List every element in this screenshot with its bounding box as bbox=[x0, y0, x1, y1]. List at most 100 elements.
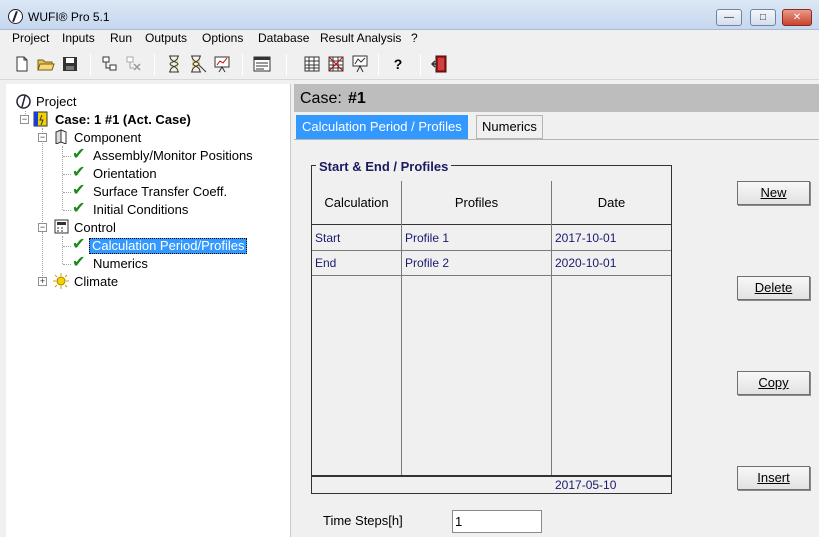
delete-button-label: Delete bbox=[754, 280, 793, 295]
time-steps-input[interactable] bbox=[452, 510, 542, 533]
tree-item-label: Case: 1 #1 (Act. Case) bbox=[55, 112, 191, 127]
grid-column-divider bbox=[551, 181, 552, 493]
window-title: WUFI® Pro 5.1 bbox=[28, 10, 110, 24]
tree-item-project[interactable]: Project bbox=[34, 93, 78, 110]
tree-add-icon[interactable] bbox=[100, 54, 120, 74]
case-number: #1 bbox=[348, 90, 366, 107]
tree-item-label: Climate bbox=[74, 274, 119, 289]
wufi-app-icon bbox=[8, 9, 23, 24]
check-icon: ✔ bbox=[72, 146, 86, 163]
menu-options[interactable]: Options bbox=[202, 31, 243, 45]
tree-item-calculation-period-profiles[interactable]: Calculation Period/Profiles bbox=[89, 237, 248, 254]
insert-button[interactable]: Insert bbox=[737, 466, 810, 490]
case-icon bbox=[33, 111, 48, 127]
tree-item-numerics[interactable]: Numerics bbox=[91, 255, 150, 272]
copy-button[interactable]: Copy bbox=[737, 371, 810, 395]
insert-button-label: Insert bbox=[757, 470, 790, 485]
open-folder-icon[interactable] bbox=[36, 54, 56, 74]
cell-calculation-end[interactable]: End bbox=[315, 256, 336, 270]
collapse-toggle-control[interactable]: − bbox=[38, 223, 47, 232]
check-icon: ✔ bbox=[72, 200, 86, 217]
help-icon[interactable]: ? bbox=[388, 54, 408, 74]
cell-calculation-start[interactable]: Start bbox=[315, 231, 340, 245]
collapse-toggle-component[interactable]: − bbox=[38, 133, 47, 142]
column-header-calculation[interactable]: Calculation bbox=[312, 195, 401, 210]
new-button-label: New bbox=[760, 185, 787, 200]
grid-table-icon[interactable] bbox=[302, 54, 322, 74]
grid-column-divider bbox=[401, 181, 402, 493]
tree-connector bbox=[62, 236, 63, 264]
project-icon bbox=[16, 94, 31, 109]
new-file-icon[interactable] bbox=[12, 54, 32, 74]
toolbar-separator bbox=[242, 54, 243, 76]
new-button[interactable]: New bbox=[737, 181, 810, 205]
time-steps-label: Time Steps[h] bbox=[323, 513, 403, 528]
check-icon: ✔ bbox=[72, 164, 86, 181]
footer-date[interactable]: 2017-05-10 bbox=[555, 478, 616, 492]
menu-help[interactable]: ? bbox=[411, 31, 418, 45]
save-icon[interactable] bbox=[60, 54, 80, 74]
tree-item-case[interactable]: Case: 1 #1 (Act. Case) bbox=[53, 111, 193, 128]
cell-profile-1[interactable]: Profile 1 bbox=[405, 231, 449, 245]
monitor-chart-icon[interactable] bbox=[350, 54, 370, 74]
toolbar-separator bbox=[286, 54, 287, 76]
component-book-icon bbox=[54, 129, 69, 145]
tree-item-control[interactable]: Control bbox=[72, 219, 118, 236]
tree-connector bbox=[63, 264, 71, 265]
tree-item-initial-conditions[interactable]: Initial Conditions bbox=[91, 201, 190, 218]
hourglass-multi-icon[interactable] bbox=[188, 54, 208, 74]
cell-date-start[interactable]: 2017-10-01 bbox=[555, 231, 616, 245]
menu-database[interactable]: Database bbox=[258, 31, 309, 45]
menu-run[interactable]: Run bbox=[110, 31, 132, 45]
tree-item-climate[interactable]: Climate bbox=[72, 273, 120, 290]
grid-footer bbox=[312, 475, 671, 493]
group-title: Start & End / Profiles bbox=[316, 159, 452, 174]
cell-profile-2[interactable]: Profile 2 bbox=[405, 256, 449, 270]
menu-inputs[interactable]: Inputs bbox=[62, 31, 95, 45]
tree-item-surface-transfer-coeff[interactable]: Surface Transfer Coeff. bbox=[91, 183, 229, 200]
delete-button[interactable]: Delete bbox=[737, 276, 810, 300]
tree-item-label: Control bbox=[74, 220, 116, 235]
menu-result-analysis[interactable]: Result Analysis bbox=[320, 31, 401, 45]
hourglass-icon[interactable] bbox=[164, 54, 184, 74]
check-icon: ✔ bbox=[72, 182, 86, 199]
tab-calculation-period-profiles[interactable]: Calculation Period / Profiles bbox=[296, 115, 468, 139]
panel-splitter[interactable] bbox=[290, 84, 294, 537]
tree-connector bbox=[63, 156, 71, 157]
list-report-icon[interactable] bbox=[252, 54, 272, 74]
grid-row-divider bbox=[312, 275, 671, 276]
menu-outputs[interactable]: Outputs bbox=[145, 31, 187, 45]
expand-toggle-climate[interactable]: + bbox=[38, 277, 47, 286]
cell-date-end[interactable]: 2020-10-01 bbox=[555, 256, 616, 270]
tree-item-label: Assembly/Monitor Positions bbox=[93, 148, 253, 163]
tree-remove-icon[interactable] bbox=[124, 54, 144, 74]
menu-bar: Project Inputs Run Outputs Options Datab… bbox=[0, 30, 819, 48]
tree-item-assembly-monitor-positions[interactable]: Assembly/Monitor Positions bbox=[91, 147, 255, 164]
exit-door-icon[interactable] bbox=[430, 54, 450, 74]
tree-connector bbox=[42, 232, 43, 282]
hourglass-chart-icon[interactable] bbox=[212, 54, 232, 74]
tree-item-label: Calculation Period/Profiles bbox=[89, 238, 248, 254]
minimize-button[interactable]: — bbox=[716, 9, 742, 26]
tree-item-label: Surface Transfer Coeff. bbox=[93, 184, 228, 199]
control-panel-icon bbox=[54, 219, 69, 234]
profiles-grid[interactable] bbox=[312, 225, 671, 475]
grid-mesh-icon[interactable] bbox=[326, 54, 346, 74]
check-icon: ✔ bbox=[72, 254, 86, 271]
column-header-date[interactable]: Date bbox=[552, 195, 671, 210]
grid-row-divider bbox=[312, 250, 671, 251]
toolbar: ? bbox=[0, 50, 819, 80]
close-button[interactable]: ✕ bbox=[782, 9, 812, 26]
collapse-toggle-case[interactable]: − bbox=[20, 115, 29, 124]
column-header-profiles[interactable]: Profiles bbox=[402, 195, 551, 210]
tree-item-label: Component bbox=[74, 130, 142, 145]
tree-item-component[interactable]: Component bbox=[72, 129, 143, 146]
toolbar-separator bbox=[378, 54, 379, 76]
sun-icon bbox=[53, 273, 69, 289]
tab-numerics[interactable]: Numerics bbox=[476, 115, 543, 139]
toolbar-separator bbox=[420, 54, 421, 76]
maximize-button[interactable]: □ bbox=[750, 9, 776, 26]
title-bar: WUFI® Pro 5.1 — □ ✕ bbox=[0, 0, 819, 30]
menu-project[interactable]: Project bbox=[12, 31, 49, 45]
tree-item-orientation[interactable]: Orientation bbox=[91, 165, 159, 182]
